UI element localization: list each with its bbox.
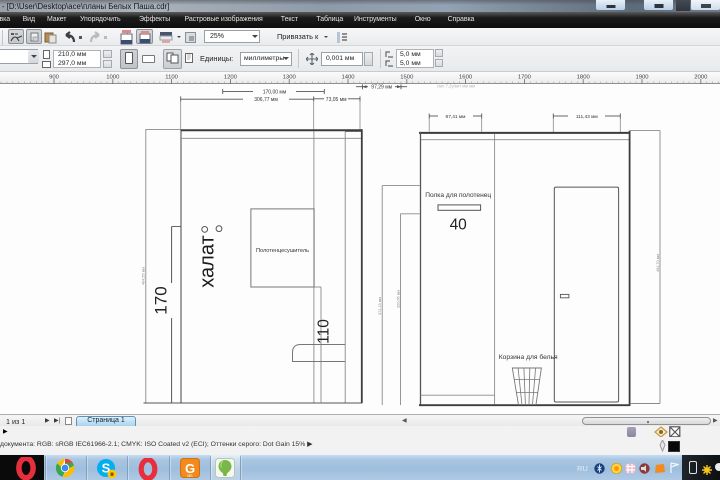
svg-text:170: 170 [152,286,171,314]
svg-text:халат: халат [197,235,219,287]
svg-text:1600: 1600 [459,74,473,80]
svg-text:1000: 1000 [106,74,120,80]
svg-text:Полотенцесушитель: Полотенцесушитель [256,248,309,254]
svg-text:97,29 мм: 97,29 мм [371,85,392,91]
svg-text:110: 110 [316,319,333,344]
svg-text:372,13 мм: 372,13 мм [378,297,382,315]
svg-text:1900: 1900 [635,74,649,80]
svg-text:МБ: МБ [187,474,193,478]
svg-text:1100: 1100 [165,74,178,80]
svg-text:900: 900 [49,74,60,80]
svg-text:Полка для полотенец: Полка для полотенец [425,192,491,199]
svg-text:800: 800 [0,74,1,80]
svg-text:1400: 1400 [341,74,355,80]
svg-text:170,00 мм: 170,00 мм [263,89,287,95]
svg-text:464,70 мм: 464,70 мм [656,254,660,272]
svg-text:Корзина для белья: Корзина для белья [499,353,558,361]
svg-text:1300: 1300 [283,74,297,80]
svg-text:1700: 1700 [518,74,532,80]
svg-text:1800: 1800 [577,74,591,80]
svg-text:306,77 мм: 306,77 мм [254,97,278,103]
svg-text:2000: 2000 [694,74,708,80]
svg-text:320,05 мм: 320,05 мм [397,290,401,308]
svg-text:1200: 1200 [224,74,238,80]
svg-text:1500: 1500 [400,74,414,80]
svg-text:111,43 мм: 111,43 мм [576,114,598,120]
svg-text:40: 40 [450,217,468,234]
svg-text:87,41 мм: 87,41 мм [446,114,466,120]
svg-text:464,55 мм: 464,55 мм [141,267,145,285]
svg-text:смл 7,2у/вит мм мм: смл 7,2у/вит мм мм [437,83,475,88]
svg-text:73,05 мм: 73,05 мм [326,97,347,103]
